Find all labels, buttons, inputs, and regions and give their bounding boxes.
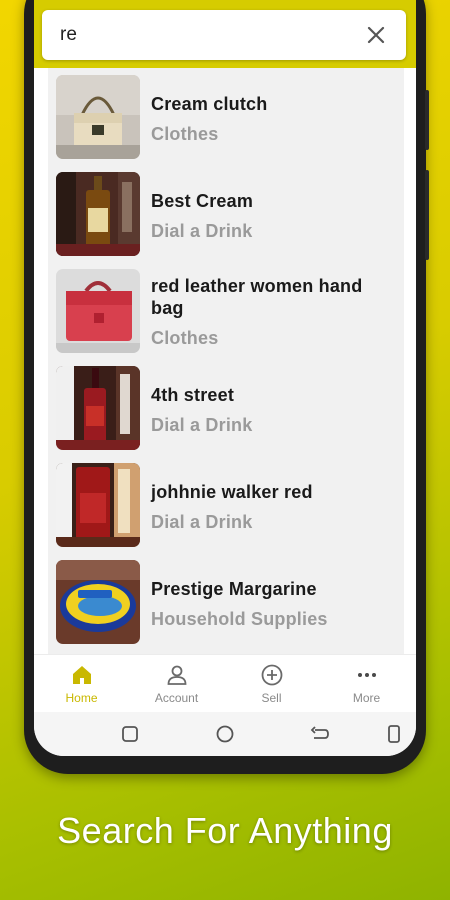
nav-sell[interactable]: Sell bbox=[224, 655, 319, 713]
list-item[interactable]: Prestige Margarine Household Supplies bbox=[48, 553, 404, 650]
plus-circle-icon bbox=[260, 663, 284, 687]
cream-handbag-photo bbox=[56, 75, 140, 159]
bottom-navigation: Home Account Sell More bbox=[34, 654, 416, 712]
nav-more[interactable]: More bbox=[319, 655, 414, 713]
item-title: Prestige Margarine bbox=[151, 579, 317, 599]
item-title: 4th street bbox=[151, 385, 235, 405]
rotate-icon[interactable] bbox=[382, 722, 406, 746]
item-category: Dial a Drink bbox=[151, 415, 253, 435]
search-header: re bbox=[34, 0, 416, 68]
list-item[interactable]: johhnie walker red Dial a Drink bbox=[48, 456, 404, 553]
liquor-bottle-photo bbox=[56, 172, 140, 256]
margarine-tub-photo bbox=[56, 560, 140, 644]
list-item[interactable]: Cream clutch Clothes bbox=[48, 68, 404, 165]
item-title: red leather women hand bag bbox=[151, 276, 363, 318]
list-item[interactable]: 4th street Dial a Drink bbox=[48, 359, 404, 456]
nav-account[interactable]: Account bbox=[129, 655, 224, 713]
phone-side-button bbox=[425, 90, 429, 150]
search-field[interactable]: re bbox=[42, 10, 406, 60]
search-results-list: Cream clutch Clothes Best Cream Dial a D… bbox=[48, 68, 404, 654]
item-title: Best Cream bbox=[151, 191, 254, 211]
item-category: Clothes bbox=[151, 124, 219, 144]
item-title: Cream clutch bbox=[151, 94, 268, 114]
nav-label: Account bbox=[154, 691, 199, 705]
whisky-bottle-photo bbox=[56, 463, 140, 547]
account-icon bbox=[165, 663, 189, 687]
home-icon bbox=[70, 663, 94, 687]
nav-label: More bbox=[352, 691, 381, 705]
nav-home[interactable]: Home bbox=[34, 655, 129, 713]
more-dots-icon bbox=[355, 663, 379, 687]
wine-bottle-photo bbox=[56, 366, 140, 450]
home-circle-icon[interactable] bbox=[213, 722, 237, 746]
back-icon[interactable] bbox=[308, 722, 332, 746]
list-item[interactable]: Best Cream Dial a Drink bbox=[48, 165, 404, 262]
list-item[interactable]: red leather women hand bag Clothes bbox=[48, 262, 404, 359]
phone-side-button bbox=[425, 170, 429, 260]
item-category: Household Supplies bbox=[151, 609, 328, 629]
close-icon[interactable] bbox=[364, 23, 388, 47]
item-title: johhnie walker red bbox=[151, 482, 313, 502]
nav-label: Home bbox=[65, 691, 98, 705]
item-category: Dial a Drink bbox=[151, 512, 253, 532]
recents-icon[interactable] bbox=[118, 722, 142, 746]
item-category: Clothes bbox=[151, 328, 219, 348]
item-category: Dial a Drink bbox=[151, 221, 253, 241]
nav-label: Sell bbox=[261, 691, 282, 705]
red-handbag-photo bbox=[56, 269, 140, 353]
system-navigation-bar bbox=[34, 712, 416, 756]
search-input[interactable]: re bbox=[60, 24, 77, 46]
app-screen: re Cream clutch Clothes Best Cream Dial … bbox=[34, 0, 416, 756]
promo-caption: Search For Anything bbox=[57, 810, 393, 851]
